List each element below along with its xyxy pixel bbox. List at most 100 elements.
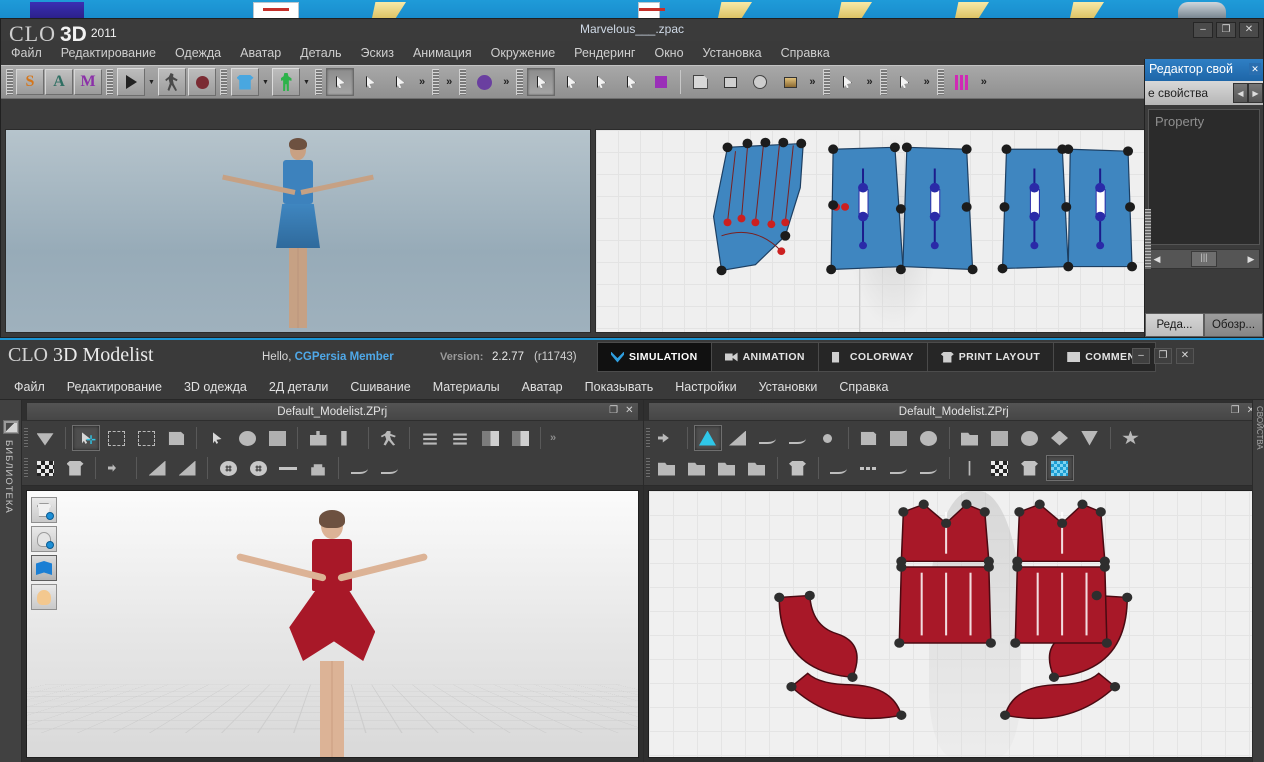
sew-select-tool[interactable]: [653, 455, 681, 481]
left-tb-grip-2[interactable]: [24, 458, 28, 478]
toolbar-overflow-3[interactable]: »: [499, 76, 513, 88]
clo-2011-2d-pattern-viewport[interactable]: [595, 129, 1145, 333]
sym-tool[interactable]: [304, 425, 332, 451]
tab-animation[interactable]: ANIMATION: [712, 343, 819, 371]
fabric-tool[interactable]: [891, 68, 919, 96]
stripe-tool[interactable]: [948, 68, 976, 96]
toolbar-overflow-7[interactable]: »: [977, 76, 991, 88]
pin-tool[interactable]: [386, 68, 414, 96]
clo-2011-titlebar[interactable]: CLO 3D 2011 Marvelous___.zpac – ❐ ✕: [1, 19, 1263, 46]
layer-tool[interactable]: [446, 425, 474, 451]
prev-arrow-icon[interactable]: ◀: [1233, 83, 1248, 103]
modelist-minimize-button[interactable]: –: [1132, 348, 1150, 364]
m-menu-edit[interactable]: Редактирование: [67, 380, 162, 394]
left-tb-grip-1[interactable]: [24, 428, 28, 448]
minimize-button[interactable]: –: [1193, 22, 1213, 38]
snap-tool[interactable]: [304, 455, 332, 481]
menu-item-sketch[interactable]: Эскиз: [361, 46, 394, 60]
pin-pattern-tool[interactable]: [834, 68, 862, 96]
m-menu-materials[interactable]: Материалы: [433, 380, 500, 394]
modelist-close-button[interactable]: ✕: [1176, 348, 1194, 364]
edit-curve-tool[interactable]: [587, 68, 615, 96]
toolbar-overflow-1[interactable]: »: [415, 76, 429, 88]
play-dropdown-arrow[interactable]: ▼: [146, 68, 157, 96]
gather-2d-tool[interactable]: [885, 455, 913, 481]
left-document-tab[interactable]: Default_Modelist.ZPrj ❐ ✕: [26, 402, 639, 421]
circle-2d-tool[interactable]: [915, 425, 943, 451]
pattern-move-tool[interactable]: [724, 425, 752, 451]
rectangle-tool[interactable]: [716, 68, 744, 96]
zipper-tool[interactable]: [102, 455, 130, 481]
toolbar-grip-8[interactable]: [822, 69, 830, 95]
mode-button-m[interactable]: M: [74, 69, 102, 95]
tab-simulation[interactable]: SIMULATION: [598, 343, 712, 371]
texture-garment-tool[interactable]: [61, 455, 89, 481]
desktop-icon-folder-5[interactable]: [1070, 2, 1104, 18]
fold-tool[interactable]: [263, 425, 291, 451]
flatten-tool[interactable]: [162, 425, 190, 451]
thickness-tool[interactable]: [476, 425, 504, 451]
print-pattern-tool[interactable]: [1117, 425, 1145, 451]
segment-sew-tool[interactable]: [683, 455, 711, 481]
m-menu-preferences[interactable]: Настройки: [675, 380, 736, 394]
texture-2d-select[interactable]: [986, 455, 1014, 481]
fold-angle-select[interactable]: [143, 455, 171, 481]
texture-tool[interactable]: [776, 68, 804, 96]
m-menu-3d-garment[interactable]: 3D одежда: [184, 380, 247, 394]
fabric-visibility-icon[interactable]: [31, 555, 57, 581]
curve-select-tool[interactable]: [345, 455, 373, 481]
rectangle-2d-tool[interactable]: [885, 425, 913, 451]
toolbar-grip-4[interactable]: [315, 69, 322, 95]
mode-button-a[interactable]: A: [45, 69, 73, 95]
polygon-2d-tool[interactable]: [855, 425, 883, 451]
m-menu-help[interactable]: Справка: [839, 380, 888, 394]
sync-dropdown-button[interactable]: [31, 425, 59, 451]
clo-2011-3d-viewport[interactable]: [5, 129, 591, 333]
hscroll-left-icon[interactable]: ◀: [1149, 254, 1165, 265]
menu-item-edit[interactable]: Редактирование: [61, 46, 156, 60]
right-tb-grip-2[interactable]: [645, 458, 650, 478]
toolbar-overflow-5[interactable]: »: [863, 76, 877, 88]
polygon-tool[interactable]: [686, 68, 714, 96]
menu-item-window[interactable]: Окно: [654, 46, 683, 60]
add-point-2d-tool[interactable]: [814, 425, 842, 451]
add-point-tool[interactable]: [647, 68, 675, 96]
desktop-icon-folder-1[interactable]: [372, 2, 406, 18]
texture-preview-toggle[interactable]: [1045, 455, 1074, 481]
tab-colorway[interactable]: COLORWAY: [819, 343, 928, 371]
tab-print-layout[interactable]: PRINT LAYOUT: [928, 343, 1055, 371]
garment-dropdown-arrow[interactable]: ▼: [260, 68, 271, 96]
free-sew-tool[interactable]: [713, 455, 741, 481]
gather-tool[interactable]: [334, 425, 362, 451]
user-name-link[interactable]: CGPersia Member: [295, 351, 394, 363]
property-grid[interactable]: Property: [1148, 109, 1260, 245]
m-menu-display[interactable]: Показывать: [585, 380, 654, 394]
menu-item-rendering[interactable]: Рендеринг: [574, 46, 635, 60]
button-tool[interactable]: [244, 455, 272, 481]
avatar-red-dress[interactable]: [236, 510, 429, 757]
m-menu-sewing[interactable]: Сшивание: [350, 380, 410, 394]
pin-3d-tool[interactable]: [203, 425, 231, 451]
tab-browser[interactable]: Обозр...: [1204, 313, 1263, 337]
m-menu-file[interactable]: Файл: [14, 380, 45, 394]
toolbar-grip[interactable]: [6, 69, 13, 95]
pattern-select-tool[interactable]: [527, 68, 556, 96]
render-preview-tool[interactable]: [470, 68, 498, 96]
avatar-visibility-icon[interactable]: [31, 526, 57, 552]
walk-animation-button[interactable]: [158, 68, 186, 96]
menu-item-help[interactable]: Справка: [781, 46, 830, 60]
avatar-toggle-button[interactable]: [272, 68, 300, 96]
view-sew-tool[interactable]: [743, 455, 771, 481]
hscroll-thumb[interactable]: |||: [1191, 251, 1217, 267]
texture-select-tool[interactable]: [31, 455, 59, 481]
menu-item-settings[interactable]: Установка: [703, 46, 762, 60]
toolbar-grip-9[interactable]: [879, 69, 887, 95]
right-restore-icon[interactable]: ❐: [1231, 405, 1240, 416]
rect-select-tool[interactable]: [102, 425, 130, 451]
panel-scroll-handle[interactable]: [1145, 209, 1151, 269]
hscroll-right-icon[interactable]: ▶: [1243, 254, 1259, 265]
right-tb-grip-1[interactable]: [645, 428, 650, 448]
menu-item-file[interactable]: Файл: [11, 46, 42, 60]
dart-tool[interactable]: [1046, 425, 1074, 451]
record-button[interactable]: [188, 68, 216, 96]
